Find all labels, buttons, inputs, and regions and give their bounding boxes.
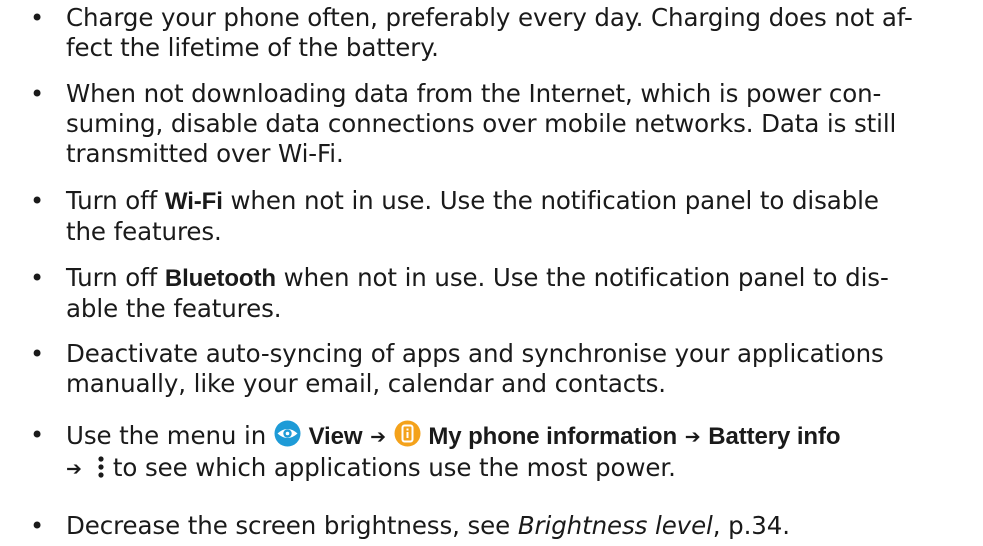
tip-text-segment: when not in use. Use the notification pa…	[275, 263, 889, 292]
tip-text: Use the menu in View ➔ My phone informat…	[66, 420, 981, 485]
tip-line: Charge your phone often, preferably ever…	[66, 3, 913, 32]
arrow-right-icon: ➔	[370, 426, 386, 448]
tip-line: suming, disable data connections over mo…	[66, 109, 897, 138]
tip-text-segment: when not in use. Use the notification pa…	[222, 186, 879, 215]
bullet: •	[30, 187, 45, 215]
tip-text: Deactivate auto-syncing of apps and sync…	[66, 339, 981, 399]
arrow-right-icon: ➔	[684, 426, 701, 448]
tip-text-segment: Turn off	[66, 263, 165, 292]
tip-text: Decrease the screen brightness, see Brig…	[66, 511, 981, 541]
tip-text-segment: Turn off	[66, 186, 165, 215]
bullet: •	[30, 512, 45, 540]
eye-icon	[274, 420, 301, 447]
brightness-level-link[interactable]: Brightness level	[518, 511, 713, 540]
tip-line: Deactivate auto-syncing of apps and sync…	[66, 339, 884, 368]
tip-line: Use the menu in View ➔ My phone informat…	[66, 420, 981, 453]
tip-line: manually, like your email, calendar and …	[66, 369, 666, 398]
tip-text-segment: Use the menu in	[66, 421, 274, 450]
tip-line: When not downloading data from the Inter…	[66, 79, 882, 108]
tip-text-segment: to see which applications use the most p…	[105, 453, 676, 482]
bullet: •	[30, 4, 45, 32]
battery-info-label: Battery info	[708, 423, 841, 450]
tip-text: Turn off Bluetooth when not in use. Use …	[66, 263, 981, 324]
tip-line: Decrease the screen brightness, see Brig…	[66, 511, 981, 541]
tip-line: transmitted over Wi-Fi.	[66, 139, 344, 168]
bullet: •	[30, 340, 45, 368]
tip-text-segment: , p.34.	[712, 511, 790, 540]
battery-tips-page: • Charge your phone often, preferably ev…	[0, 0, 983, 546]
bullet: •	[30, 421, 45, 449]
tip-text: When not downloading data from the Inter…	[66, 79, 981, 169]
phone-info-icon	[394, 420, 421, 447]
tip-line: ➔ to see which applications use the most…	[66, 453, 981, 485]
bullet: •	[30, 80, 45, 108]
wifi-label: Wi-Fi	[164, 188, 223, 215]
tip-line: the features.	[66, 217, 222, 246]
tip-line: Turn off Bluetooth when not in use. Use …	[66, 263, 981, 294]
view-label: View	[308, 423, 363, 450]
tip-text: Turn off Wi-Fi when not in use. Use the …	[66, 186, 981, 247]
tip-line: fect the lifetime of the battery.	[66, 33, 439, 62]
my-phone-information-label: My phone information	[428, 423, 678, 450]
arrow-right-icon: ➔	[66, 458, 82, 480]
tip-text: Charge your phone often, preferably ever…	[66, 3, 981, 63]
tip-line: Turn off Wi-Fi when not in use. Use the …	[66, 186, 981, 217]
bluetooth-label: Bluetooth	[164, 265, 276, 292]
bullet: •	[30, 264, 45, 292]
tip-text-segment: Decrease the screen brightness, see	[66, 511, 518, 540]
tip-line: able the features.	[66, 294, 282, 323]
